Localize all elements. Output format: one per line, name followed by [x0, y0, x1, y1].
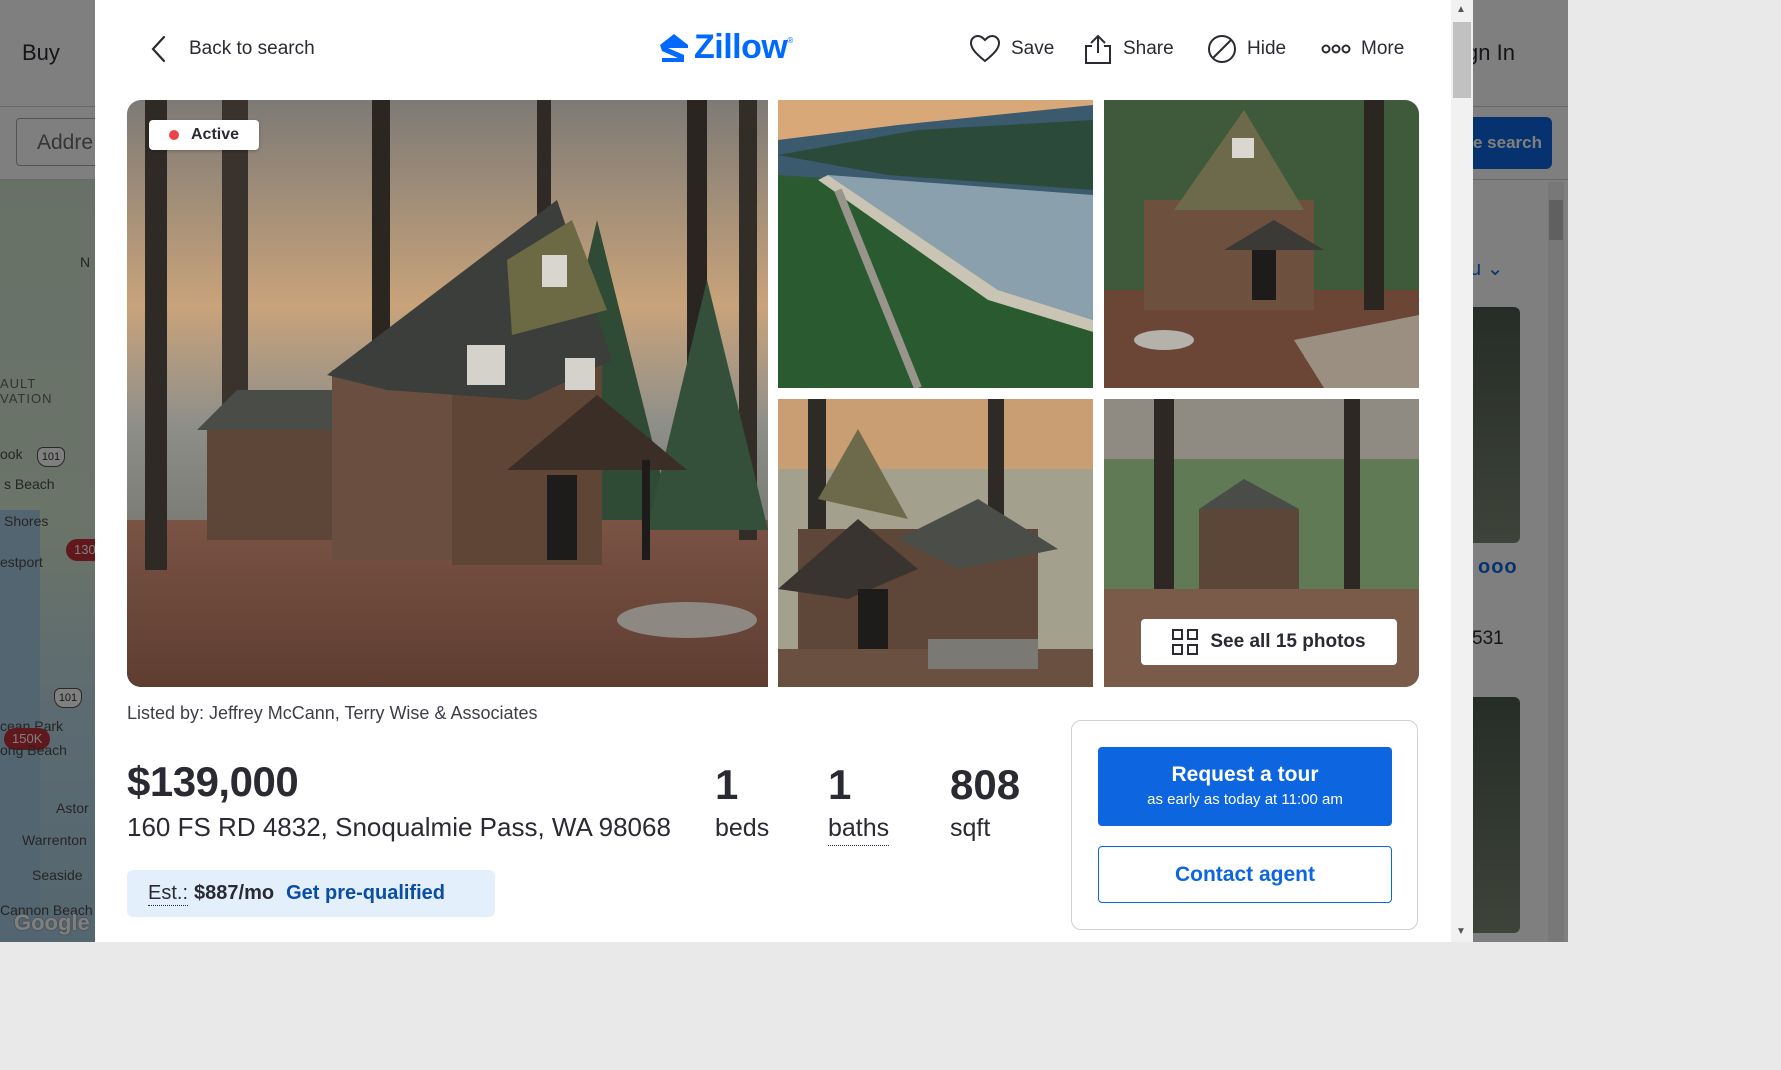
photo-cabin-distant[interactable]: See all 15 photos	[1104, 399, 1419, 687]
share-label: Share	[1123, 38, 1174, 59]
listing-price: $139,000	[127, 758, 299, 805]
lake-photo-image	[778, 100, 1093, 388]
more-dots-icon	[1321, 44, 1351, 54]
listing-address: 160 FS RD 4832, Snoqualmie Pass, WA 9806…	[127, 812, 671, 842]
zillow-logo-icon	[660, 33, 688, 62]
back-label: Back to search	[189, 38, 315, 59]
status-label: Active	[191, 126, 240, 143]
sqft-label: sqft	[950, 814, 991, 842]
hide-label: Hide	[1247, 38, 1287, 59]
back-to-search-button[interactable]: Back to search	[143, 32, 315, 66]
cabin-side-photo-image	[778, 399, 1093, 687]
status-dot-icon	[169, 130, 179, 140]
chevron-left-icon	[151, 35, 166, 63]
status-badge: Active	[149, 120, 260, 150]
save-label: Save	[1011, 38, 1055, 59]
share-button[interactable]: Share	[1083, 30, 1174, 68]
scroll-down-icon[interactable]: ▼	[1456, 926, 1466, 937]
estimate-amount: $887/mo	[194, 882, 275, 904]
more-label: More	[1361, 38, 1405, 59]
grid-icon	[1172, 629, 1199, 655]
beds-value: 1	[715, 761, 739, 808]
photo-cabin-front[interactable]	[1104, 100, 1419, 388]
beds-label: beds	[715, 814, 770, 842]
beds-fact: 1 beds	[715, 762, 769, 843]
photo-gallery: Active See all 15 photos	[127, 100, 1419, 687]
listed-by: Listed by: Jeffrey McCann, Terry Wise & …	[127, 703, 538, 723]
baths-value: 1	[828, 761, 852, 808]
estimate-label[interactable]: Est.:	[148, 882, 189, 906]
get-prequalified-link[interactable]: Get pre-qualified	[286, 882, 445, 905]
request-tour-button[interactable]: Request a tour as early as today at 11:0…	[1098, 747, 1392, 826]
hide-button[interactable]: Hide	[1207, 30, 1286, 68]
hide-icon	[1208, 35, 1236, 63]
cabin-photo-image	[127, 100, 768, 687]
brand-name: Zillow	[694, 28, 788, 66]
baths-label[interactable]: baths	[828, 814, 890, 846]
cabin-front-photo-image	[1104, 100, 1419, 388]
estimate-banner: Est.: $887/mo Get pre-qualified	[127, 870, 495, 917]
modal-scrollbar[interactable]	[1451, 0, 1473, 942]
see-all-photos-button[interactable]: See all 15 photos	[1141, 619, 1397, 665]
request-tour-label: Request a tour	[1171, 763, 1319, 786]
brand-registered: ®	[787, 36, 794, 45]
photo-lake-aerial[interactable]	[778, 100, 1093, 388]
sqft-fact: 808 sqft	[950, 762, 1020, 843]
photo-main-cabin[interactable]: Active	[127, 100, 768, 687]
baths-fact[interactable]: 1 baths	[828, 761, 890, 846]
modal-header: Back to search Zillow ® Save Share Hide …	[95, 0, 1451, 96]
sqft-value: 808	[950, 761, 1021, 808]
save-button[interactable]: Save	[969, 30, 1054, 68]
scroll-up-icon[interactable]: ▲	[1456, 4, 1466, 15]
heart-icon	[969, 34, 1001, 63]
modal-scrollbar-thumb[interactable]	[1453, 22, 1471, 98]
share-icon	[1085, 34, 1111, 64]
more-button[interactable]: More	[1321, 30, 1404, 68]
zillow-logo[interactable]: Zillow ®	[658, 28, 793, 67]
contact-agent-button[interactable]: Contact agent	[1098, 846, 1392, 903]
request-tour-sub: as early as today at 11:00 am	[1147, 791, 1343, 808]
contact-panel: Request a tour as early as today at 11:0…	[1071, 720, 1418, 930]
see-all-label: See all 15 photos	[1210, 631, 1366, 652]
photo-cabin-side[interactable]	[778, 399, 1093, 687]
listing-modal: Back to search Zillow ® Save Share Hide …	[95, 0, 1473, 942]
